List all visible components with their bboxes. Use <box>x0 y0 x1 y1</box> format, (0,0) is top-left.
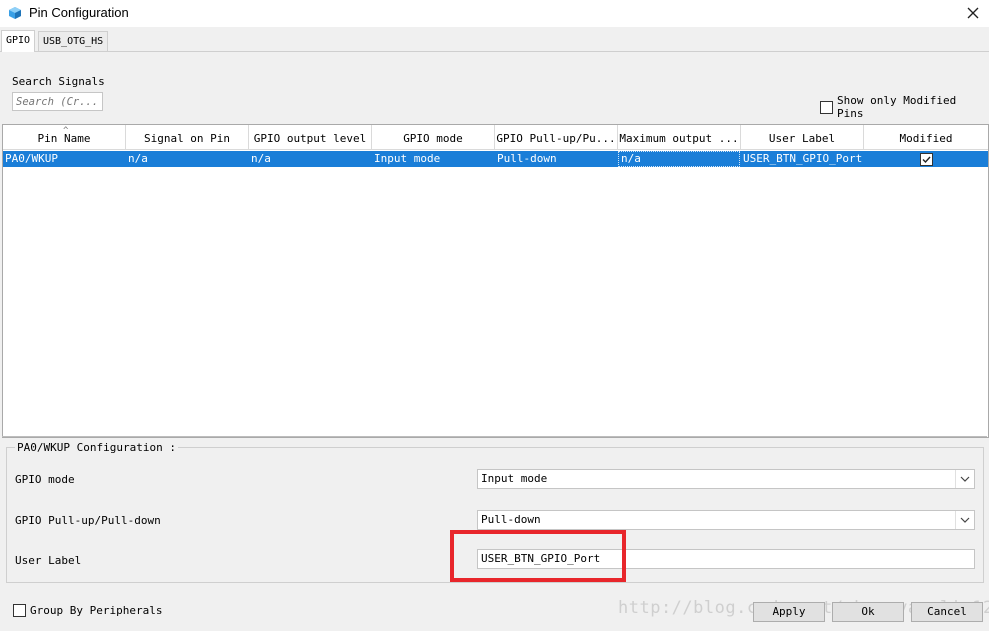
column-header-pull[interactable]: GPIO Pull-up/Pu... <box>495 125 618 149</box>
column-header-pin-name[interactable]: ^ Pin Name <box>3 125 126 149</box>
cell-max-output: n/a <box>618 151 740 167</box>
cell-user-label: USER_BTN_GPIO_Port <box>743 152 863 165</box>
sort-ascending-icon: ^ <box>63 126 69 136</box>
gpio-pull-value: Pull-down <box>481 513 541 526</box>
modified-checkbox <box>920 153 933 166</box>
show-modified-toggle[interactable]: Show only Modified Pins <box>820 94 989 120</box>
cell-signal: n/a <box>128 152 148 165</box>
search-input[interactable] <box>12 92 103 111</box>
gpio-mode-value: Input mode <box>481 472 548 485</box>
chevron-down-icon <box>955 511 970 529</box>
show-modified-label: Show only Modified Pins <box>836 94 957 120</box>
checkmark-icon <box>922 156 931 164</box>
column-header-max-output[interactable]: Maximum output ... <box>618 125 741 149</box>
column-header-output-level[interactable]: GPIO output level <box>249 125 372 149</box>
gpio-mode-label: GPIO mode <box>15 473 75 486</box>
cancel-button[interactable]: Cancel <box>911 602 983 622</box>
tab-gpio[interactable]: GPIO <box>1 30 36 52</box>
gpio-mode-select[interactable]: Input mode <box>477 469 975 489</box>
close-icon[interactable] <box>963 3 983 23</box>
cell-gpio-mode: Input mode <box>374 152 441 165</box>
cell-pull: Pull-down <box>497 152 557 165</box>
column-header-signal[interactable]: Signal on Pin <box>126 125 249 149</box>
ok-button[interactable]: Ok <box>832 602 904 622</box>
column-header-user-label[interactable]: User Label <box>741 125 864 149</box>
show-modified-checkbox[interactable] <box>820 100 833 114</box>
window-title: Pin Configuration <box>29 5 129 20</box>
group-by-checkbox[interactable] <box>13 604 26 617</box>
cell-pin-name: PA0/WKUP <box>5 152 58 165</box>
tab-bar: GPIO USB_OTG_HS <box>0 27 989 52</box>
column-header-gpio-mode[interactable]: GPIO mode <box>372 125 495 149</box>
pin-table: ^ Pin Name Signal on Pin GPIO output lev… <box>2 124 989 438</box>
cube-icon <box>9 7 21 19</box>
config-title: PA0/WKUP Configuration : <box>15 441 178 454</box>
group-by-label: Group By Peripherals <box>30 604 163 617</box>
title-bar: Pin Configuration <box>0 0 989 27</box>
highlight-box <box>450 530 626 582</box>
group-by-toggle[interactable]: Group By Peripherals <box>13 604 162 617</box>
cell-output-level: n/a <box>251 152 271 165</box>
bottom-bar: Group By Peripherals http://blog.csdn.ne… <box>0 594 989 631</box>
gpio-pull-label: GPIO Pull-up/Pull-down <box>15 514 161 527</box>
chevron-down-icon <box>955 470 970 488</box>
apply-button[interactable]: Apply <box>753 602 825 622</box>
user-label-label: User Label <box>15 554 82 567</box>
gpio-pull-select[interactable]: Pull-down <box>477 510 975 530</box>
column-header-modified[interactable]: Modified <box>864 125 988 149</box>
tab-usb-otg-hs[interactable]: USB_OTG_HS <box>38 31 109 51</box>
search-label: Search Signals <box>12 75 105 88</box>
table-row[interactable]: PA0/WKUP n/a n/a Input mode Pull-down n/… <box>3 151 988 167</box>
table-header: ^ Pin Name Signal on Pin GPIO output lev… <box>3 125 988 150</box>
